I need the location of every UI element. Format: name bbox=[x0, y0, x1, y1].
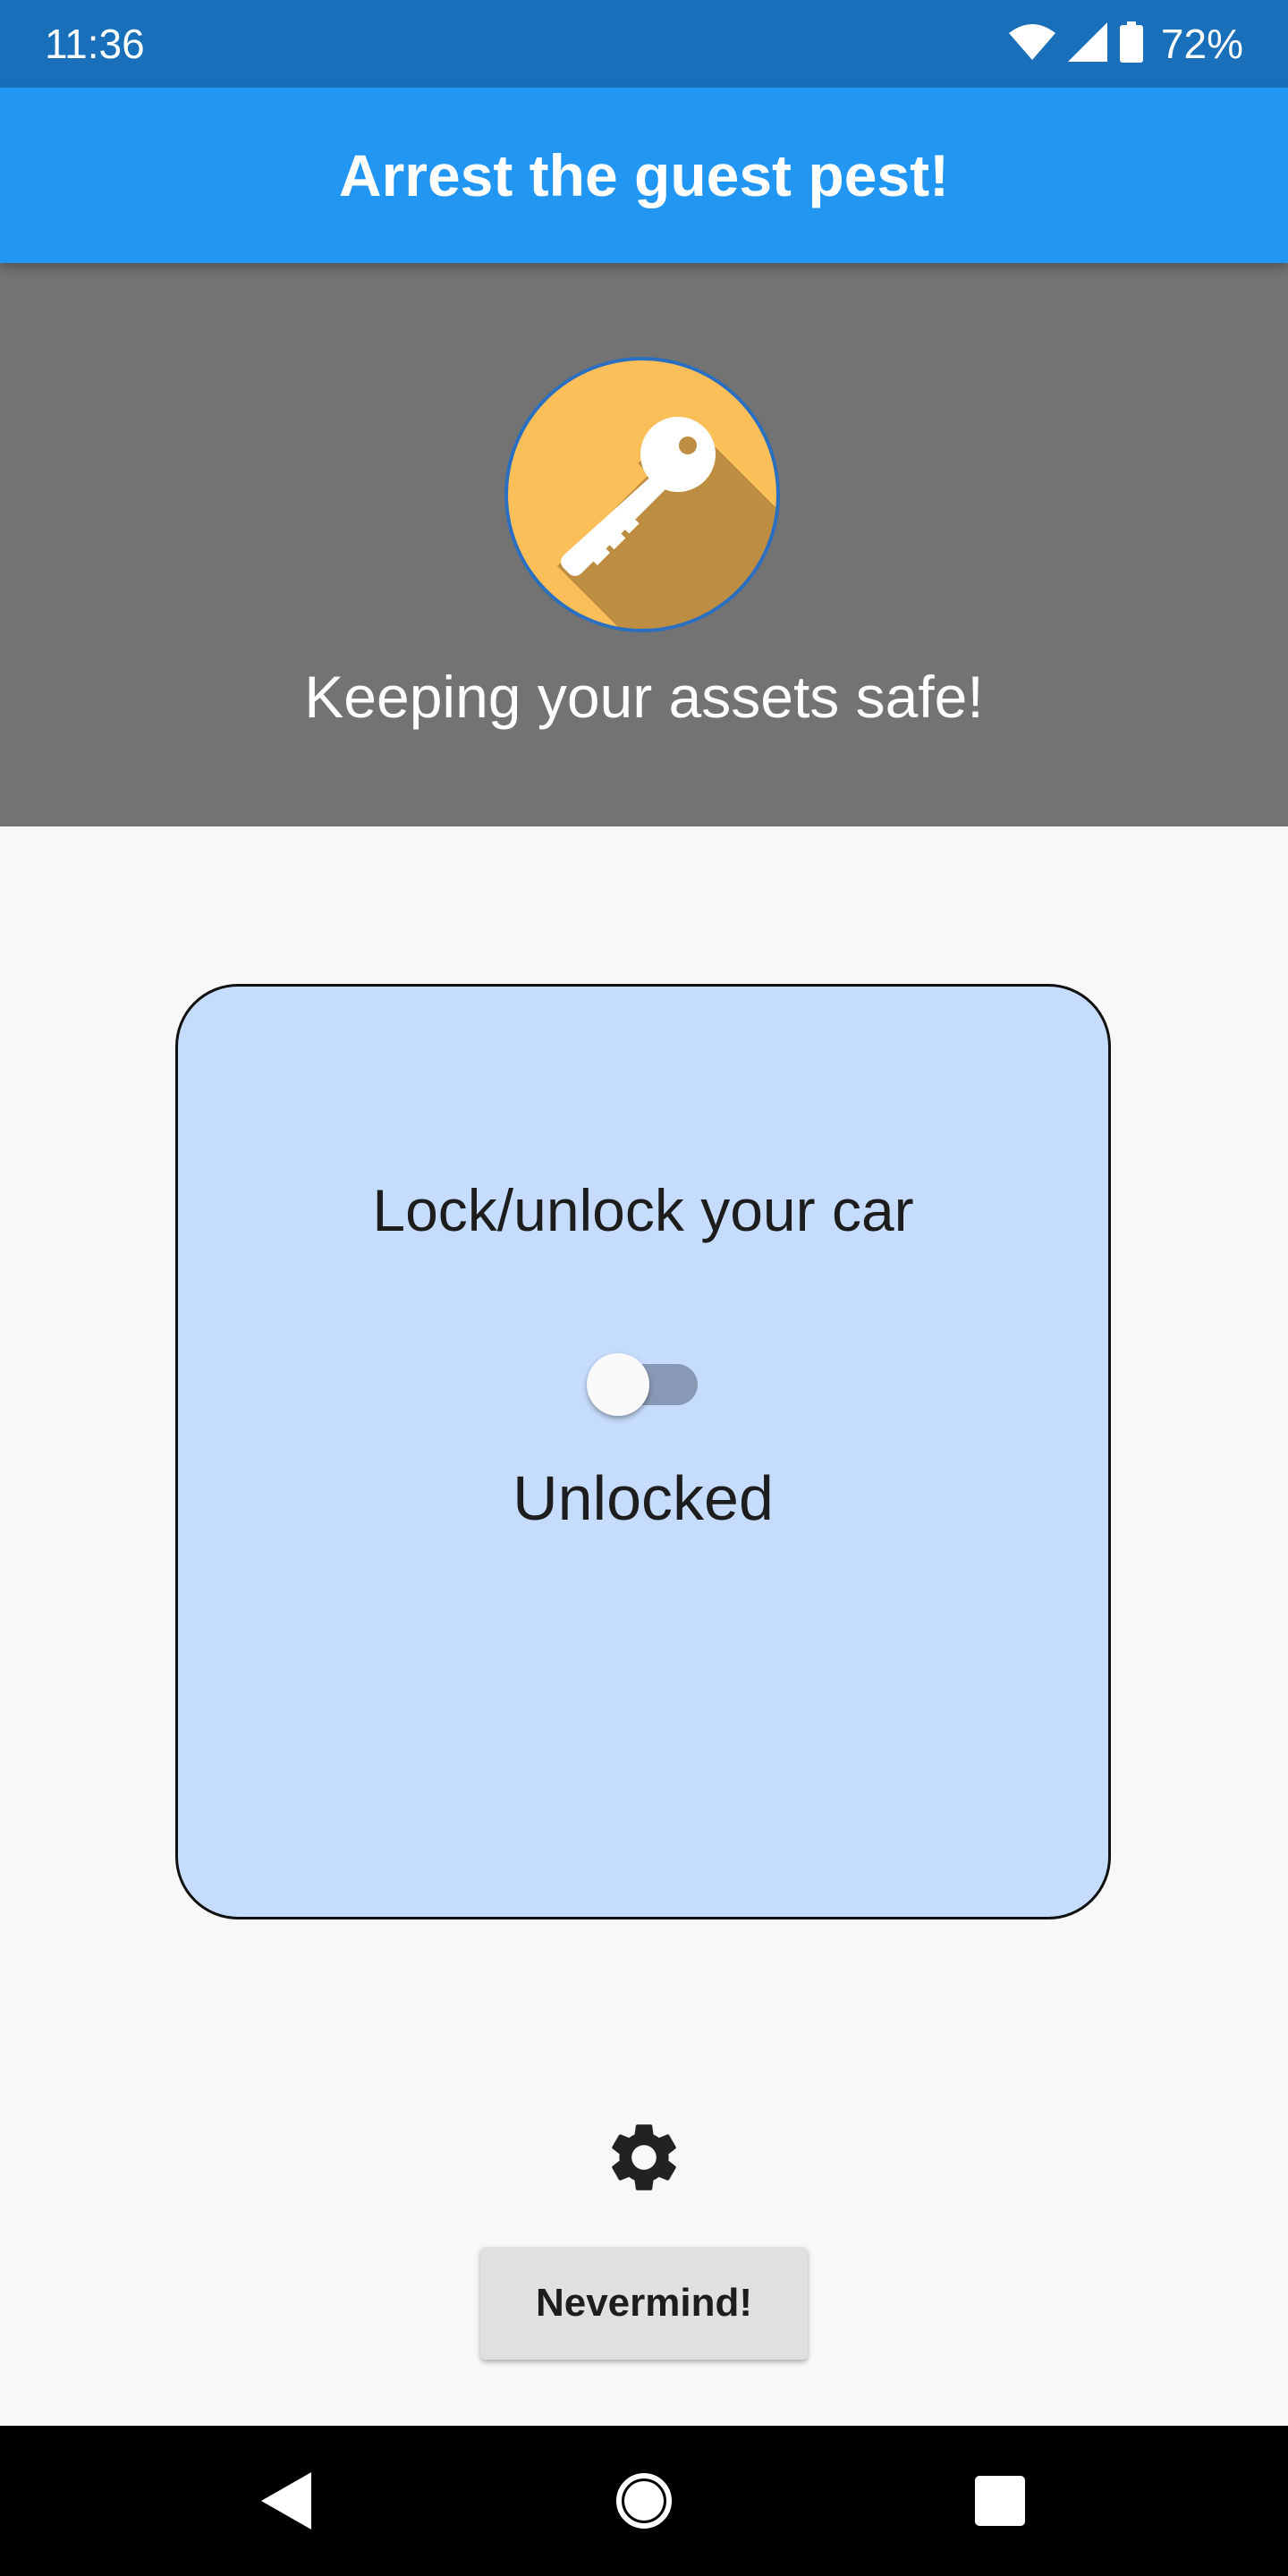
home-icon[interactable] bbox=[599, 2456, 689, 2546]
card-title: Lock/unlock your car bbox=[372, 1177, 914, 1243]
wifi-icon bbox=[1008, 23, 1055, 64]
app-title: Arrest the guest pest! bbox=[338, 142, 950, 208]
status-time: 11:36 bbox=[45, 21, 145, 67]
key-icon bbox=[504, 356, 781, 633]
lock-toggle[interactable] bbox=[587, 1353, 703, 1416]
settings-button[interactable] bbox=[599, 2114, 689, 2204]
status-icons: 72% bbox=[1008, 20, 1243, 68]
nevermind-button[interactable]: Nevermind! bbox=[480, 2247, 808, 2360]
lock-status: Unlocked bbox=[513, 1463, 774, 1533]
battery-icon bbox=[1119, 21, 1143, 67]
battery-percent: 72% bbox=[1160, 21, 1243, 67]
gear-icon bbox=[603, 2116, 685, 2203]
app-bar: Arrest the guest pest! bbox=[0, 88, 1288, 263]
status-bar: 11:36 72% bbox=[0, 0, 1288, 88]
hero-banner: Keeping your assets safe! bbox=[0, 263, 1288, 826]
lock-card: Lock/unlock your car Unlocked bbox=[175, 984, 1111, 1919]
navigation-bar bbox=[0, 2426, 1288, 2576]
hero-caption: Keeping your assets safe! bbox=[304, 664, 984, 730]
cell-signal-icon bbox=[1067, 21, 1107, 66]
recents-icon[interactable] bbox=[955, 2456, 1045, 2546]
toggle-thumb bbox=[587, 1353, 649, 1416]
back-icon[interactable] bbox=[242, 2456, 331, 2546]
